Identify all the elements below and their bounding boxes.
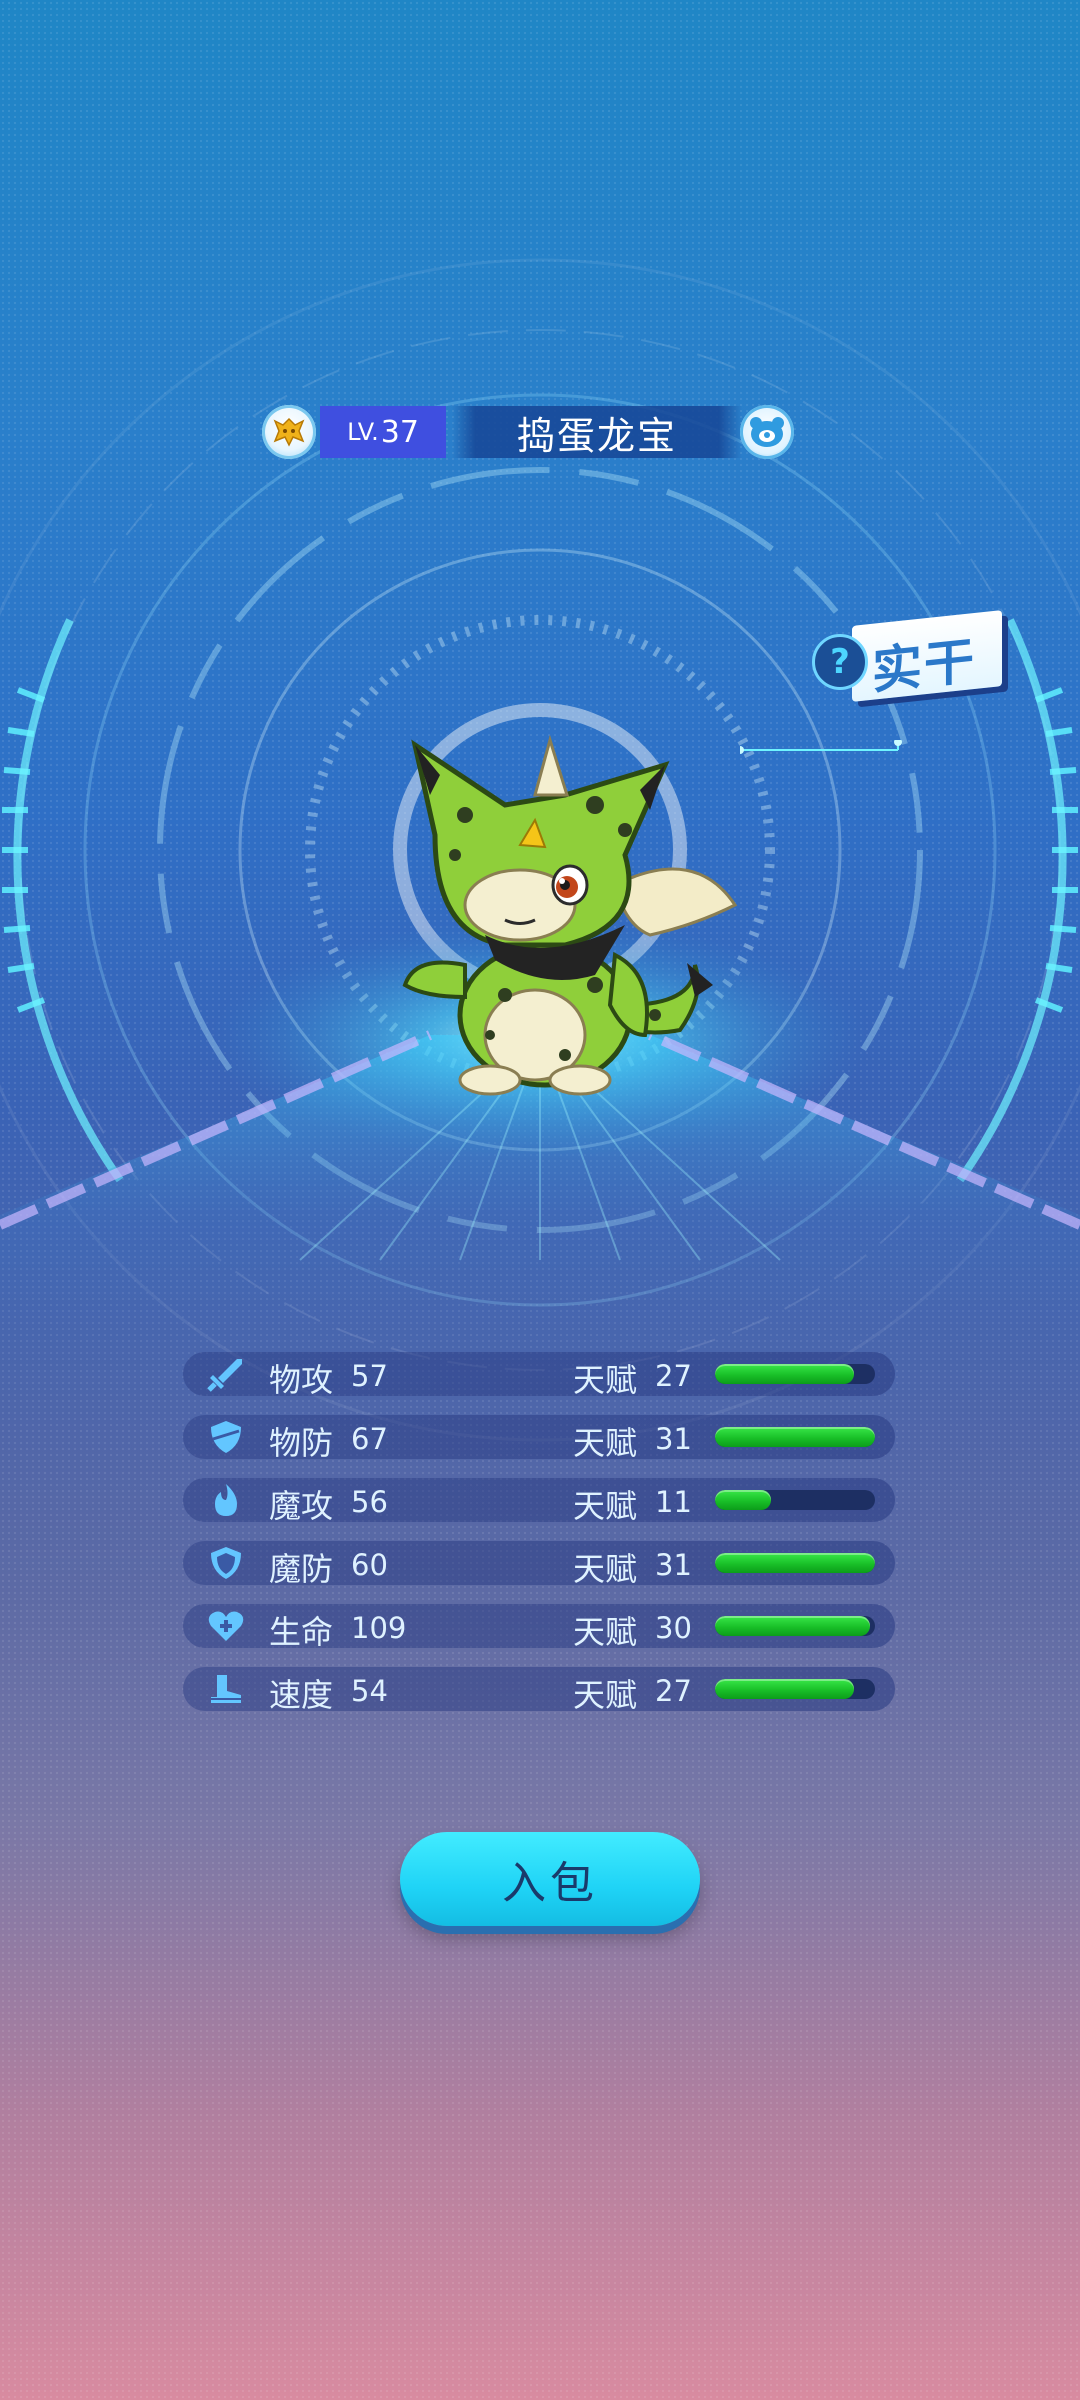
talent-bar (715, 1427, 875, 1447)
level-badge: LV. 37 (320, 406, 446, 458)
talent-value: 27 (655, 1359, 692, 1393)
pet-character-image (402, 735, 738, 1096)
stat-value: 57 (351, 1359, 388, 1393)
talent-value: 11 (655, 1485, 692, 1519)
talent-value: 27 (655, 1674, 692, 1708)
talent-bar-fill (715, 1616, 871, 1636)
talent-bar-fill (715, 1553, 875, 1573)
stat-name: 魔防 (269, 1550, 334, 1588)
talent-bar-fill (715, 1427, 875, 1447)
stat-row-magic-attack: 魔攻 56 天赋 11 (183, 1478, 895, 1525)
trait-pointer-line (740, 740, 902, 754)
stats-panel: 物攻 57 天赋 27 物防 67 天赋 31 魔攻 56 天赋 11 魔防 6… (183, 1352, 895, 1730)
stat-value: 109 (351, 1611, 407, 1645)
talent-value: 31 (655, 1422, 692, 1456)
stat-name: 物防 (269, 1424, 334, 1462)
talent-value: 31 (655, 1548, 692, 1582)
stat-row-physical-defense: 物防 67 天赋 31 (183, 1415, 895, 1462)
portal-background (0, 258, 1080, 1500)
shield-icon (211, 1421, 241, 1453)
talent-bar (715, 1679, 875, 1699)
stat-row-hp: 生命 109 天赋 30 (183, 1604, 895, 1651)
talent-label: 天赋 (573, 1550, 638, 1588)
level-label: LV. (347, 418, 379, 446)
pet-header: LV. 37 捣蛋龙宝 (262, 402, 794, 462)
stat-value: 56 (351, 1485, 388, 1519)
talent-bar-fill (715, 1364, 855, 1384)
boot-icon (211, 1675, 241, 1703)
stat-value: 54 (351, 1674, 388, 1708)
trait-label: 实干 (872, 631, 976, 701)
stat-row-speed: 速度 54 天赋 27 (183, 1667, 895, 1714)
talent-bar (715, 1553, 875, 1573)
dragon-emblem-icon (262, 405, 316, 459)
talent-label: 天赋 (573, 1487, 638, 1525)
pet-name: 捣蛋龙宝 (452, 406, 742, 458)
talent-bar (715, 1364, 875, 1384)
stat-row-physical-attack: 物攻 57 天赋 27 (183, 1352, 895, 1399)
heart-plus-icon (208, 1611, 244, 1641)
trait-help-icon[interactable]: ? (812, 634, 868, 690)
talent-value: 30 (655, 1611, 692, 1645)
talent-bar (715, 1616, 875, 1636)
stat-row-magic-defense: 魔防 60 天赋 31 (183, 1541, 895, 1588)
level-value: 37 (380, 414, 419, 450)
stat-name: 物攻 (269, 1361, 334, 1399)
talent-bar-fill (715, 1490, 771, 1510)
flame-icon (215, 1484, 237, 1516)
talent-bar (715, 1490, 875, 1510)
magic-shield-icon (211, 1547, 241, 1579)
stat-value: 67 (351, 1422, 388, 1456)
talent-label: 天赋 (573, 1424, 638, 1462)
talent-label: 天赋 (573, 1613, 638, 1651)
talent-bar-fill (715, 1679, 855, 1699)
gender-icon[interactable] (740, 405, 794, 459)
stat-name: 生命 (269, 1613, 334, 1651)
sword-icon (207, 1359, 242, 1392)
stat-name: 魔攻 (269, 1487, 334, 1525)
talent-label: 天赋 (573, 1676, 638, 1714)
add-to-bag-button[interactable]: 入包 (400, 1832, 700, 1926)
stat-name: 速度 (269, 1676, 334, 1714)
stat-value: 60 (351, 1548, 388, 1582)
talent-label: 天赋 (573, 1361, 638, 1399)
trait-tag[interactable]: 实干 ? (812, 610, 1006, 702)
